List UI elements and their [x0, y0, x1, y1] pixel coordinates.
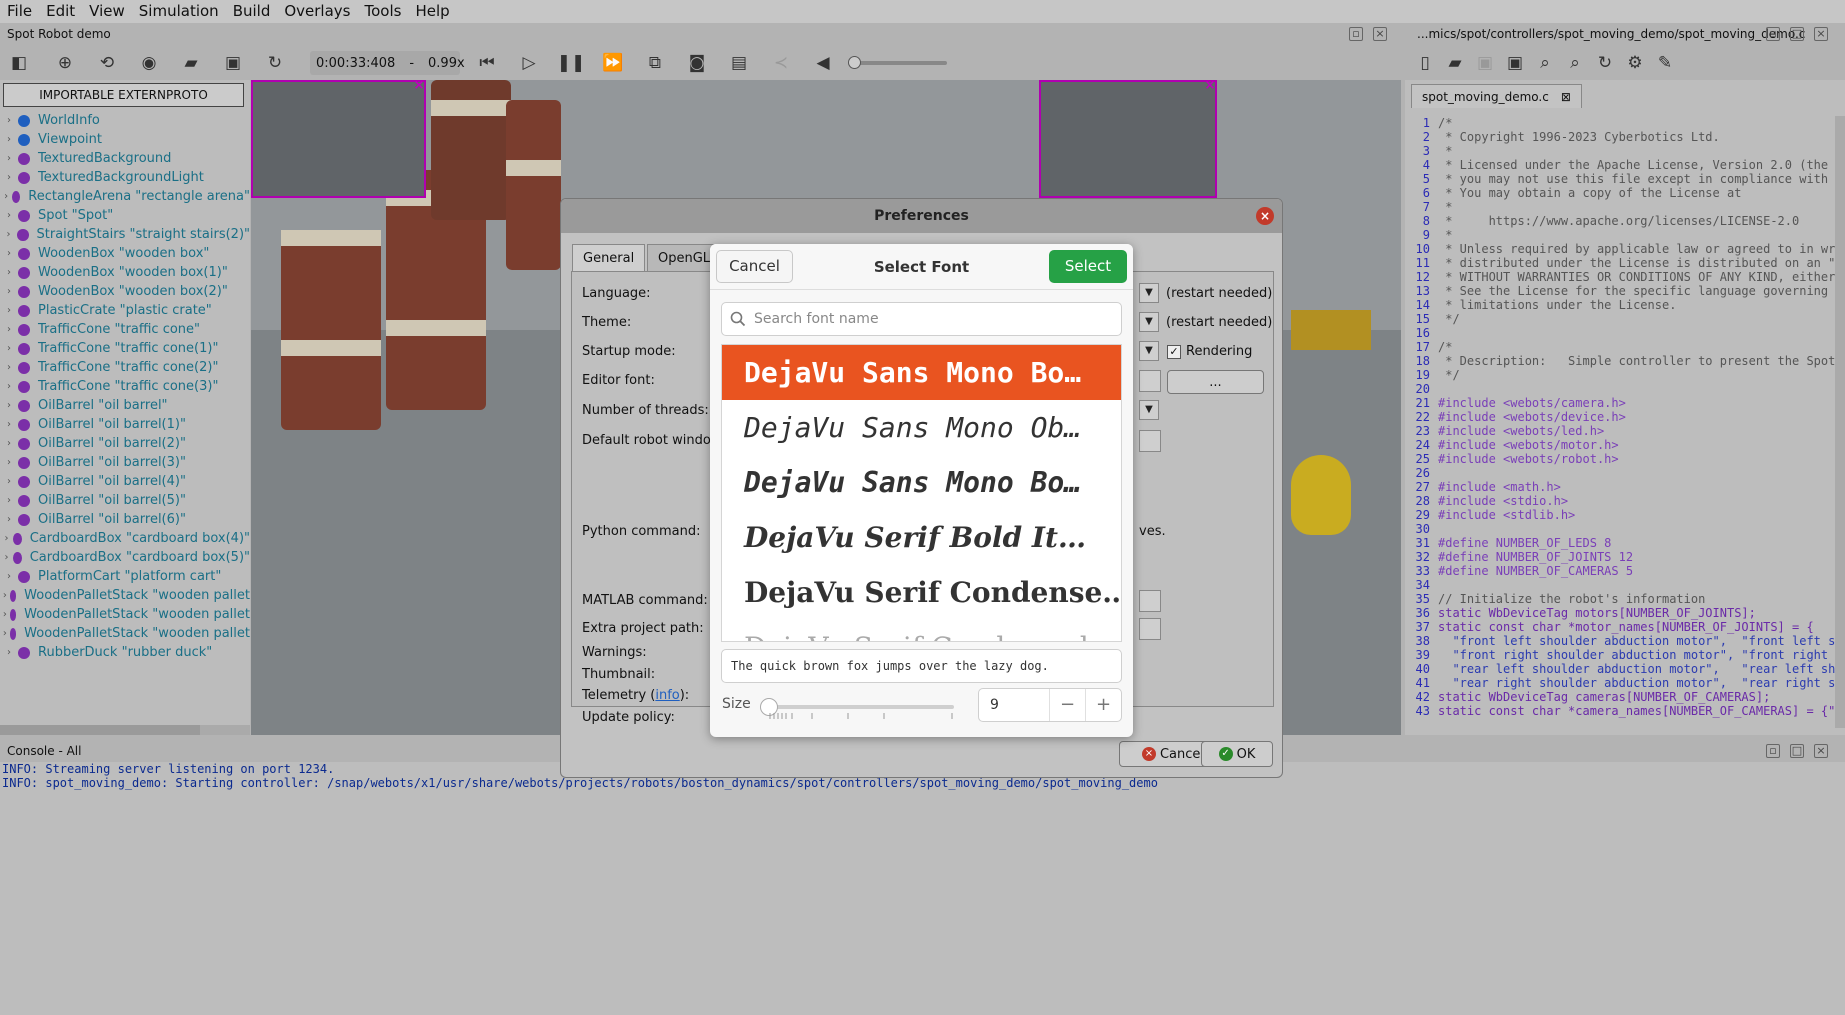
- telemetry-text: ):: [679, 688, 690, 703]
- font-dialog-header: Select Font Cancel Select: [710, 244, 1133, 290]
- startup-dropdown[interactable]: ▼: [1139, 341, 1159, 361]
- matlab-label: MATLAB command:: [582, 593, 708, 608]
- telemetry-label: Telemetry (info):: [582, 688, 689, 703]
- size-slider[interactable]: [760, 698, 954, 716]
- robot-window-field[interactable]: [1139, 430, 1161, 452]
- font-list-item[interactable]: DejaVu Serif Condense…: [722, 565, 1121, 620]
- rendering-checkbox[interactable]: ✓ Rendering: [1167, 344, 1252, 359]
- ok-label: OK: [1236, 746, 1256, 762]
- font-list[interactable]: DejaVu Sans Mono Bo… DejaVu Sans Mono Ob…: [721, 344, 1122, 642]
- font-list-item[interactable]: DejaVu Serif Bold It…: [722, 510, 1121, 565]
- font-search-field[interactable]: Search font name: [721, 302, 1122, 336]
- robot-window-label: Default robot window: [582, 433, 722, 448]
- thumbnail-label: Thumbnail:: [582, 667, 656, 682]
- cancel-label: Cancel: [1159, 746, 1205, 762]
- language-label: Language:: [582, 286, 651, 301]
- size-value: 9: [990, 697, 999, 713]
- select-font-dialog: Select Font Cancel Select Search font na…: [710, 244, 1133, 737]
- rendering-label: Rendering: [1186, 344, 1253, 359]
- size-label: Size: [722, 696, 751, 712]
- restart-needed-note: (restart needed): [1166, 315, 1273, 330]
- threads-dropdown[interactable]: ▼: [1139, 400, 1159, 420]
- restart-needed-note: (restart needed): [1166, 286, 1273, 301]
- editor-font-field[interactable]: [1139, 370, 1161, 392]
- decrease-size-button[interactable]: −: [1049, 689, 1085, 721]
- cancel-icon: ×: [1141, 747, 1156, 761]
- startup-label: Startup mode:: [582, 344, 676, 359]
- theme-label: Theme:: [582, 315, 632, 330]
- theme-dropdown[interactable]: ▼: [1139, 312, 1159, 332]
- python-hint: ves.: [1139, 524, 1166, 539]
- search-icon: [730, 311, 746, 327]
- font-list-item[interactable]: DejaVu Sans Mono Bo…: [722, 455, 1121, 510]
- extra-path-field[interactable]: [1139, 618, 1161, 640]
- check-icon[interactable]: ✓: [1167, 344, 1181, 359]
- size-slider-ticks: [769, 713, 953, 719]
- extra-path-label: Extra project path:: [582, 621, 704, 636]
- threads-label: Number of threads:: [582, 403, 709, 418]
- language-dropdown[interactable]: ▼: [1139, 283, 1159, 303]
- font-preview-field[interactable]: The quick brown fox jumps over the lazy …: [721, 649, 1122, 683]
- preferences-title-text: Preferences: [874, 208, 969, 224]
- font-cancel-button[interactable]: Cancel: [716, 250, 793, 283]
- font-search-placeholder: Search font name: [754, 311, 879, 327]
- font-list-item[interactable]: DejaVu Serif Condensed: [722, 620, 1121, 641]
- warnings-label: Warnings:: [582, 645, 647, 660]
- editor-font-label: Editor font:: [582, 373, 655, 388]
- choose-font-button[interactable]: ...: [1167, 370, 1264, 394]
- increase-size-button[interactable]: +: [1085, 689, 1121, 721]
- preferences-title: Preferences ×: [561, 199, 1282, 233]
- matlab-field[interactable]: [1139, 590, 1161, 612]
- font-list-item[interactable]: DejaVu Sans Mono Bo…: [722, 345, 1121, 400]
- size-spinbox[interactable]: 9 − +: [978, 688, 1122, 722]
- update-policy-label: Update policy:: [582, 710, 675, 725]
- font-select-button[interactable]: Select: [1049, 250, 1127, 283]
- tab-general[interactable]: General: [572, 244, 646, 271]
- ok-button[interactable]: ✓ OK: [1201, 741, 1273, 767]
- telemetry-text: Telemetry (: [582, 688, 656, 703]
- telemetry-info-link[interactable]: info: [655, 688, 679, 703]
- python-label: Python command:: [582, 524, 701, 539]
- close-icon[interactable]: ×: [1256, 207, 1274, 225]
- font-list-item[interactable]: DejaVu Sans Mono Ob…: [722, 400, 1121, 455]
- ok-check-icon: ✓: [1218, 747, 1233, 761]
